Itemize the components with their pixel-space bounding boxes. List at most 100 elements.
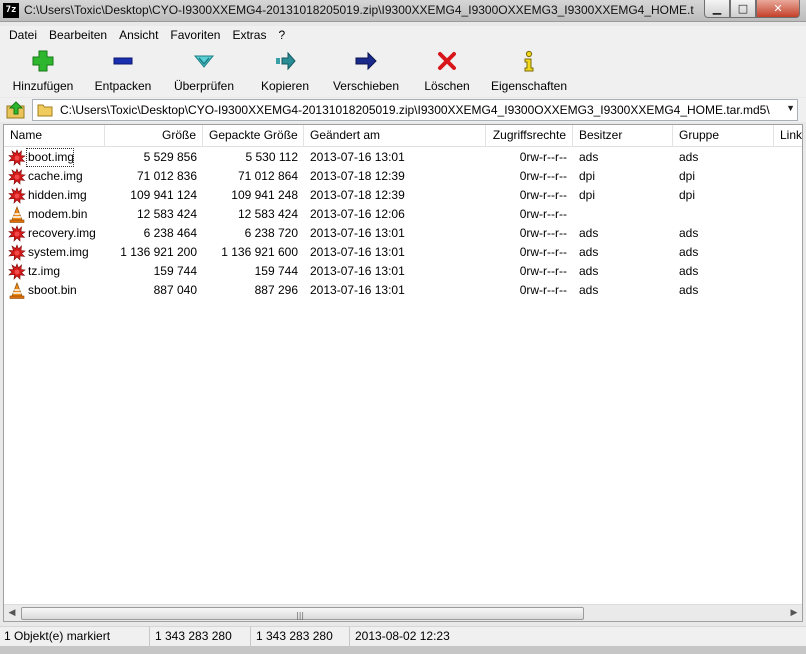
menu-favoriten[interactable]: Favoriten xyxy=(164,26,226,45)
col-group[interactable]: Gruppe xyxy=(673,125,774,146)
table-row[interactable]: sboot.bin 887 040 887 296 2013-07-16 13:01 0… xyxy=(4,281,802,300)
col-link[interactable]: Link xyxy=(774,125,802,146)
cell-attributes: 0rw-r--r-- xyxy=(519,169,567,183)
cell-name[interactable]: recovery.img xyxy=(4,224,105,243)
cell-modified: 2013-07-16 13:01 xyxy=(310,226,405,240)
table-row[interactable]: tz.img 159 744 159 744 2013-07-16 13:01 0rw-… xyxy=(4,262,802,281)
cell-size: 887 040 xyxy=(153,283,197,297)
file-name: sboot.bin xyxy=(28,283,77,297)
title-bar: 7z C:\Users\Toxic\Desktop\CYO-I9300XXEMG… xyxy=(0,0,806,22)
status-selection: 1 Objekt(e) markiert xyxy=(0,627,150,646)
horizontal-scrollbar[interactable]: ◀ ||| ▶ xyxy=(4,604,802,621)
cell-attributes: 0rw-r--r-- xyxy=(519,283,567,297)
table-row[interactable]: hidden.img 109 941 124 109 941 248 2013-07-… xyxy=(4,186,802,205)
col-owner[interactable]: Besitzer xyxy=(573,125,673,146)
extract-button[interactable]: Entpacken xyxy=(88,49,158,94)
cell-modified: 2013-07-16 12:06 xyxy=(310,207,405,221)
cell-modified: 2013-07-16 13:01 xyxy=(310,150,405,164)
table-row[interactable]: system.img 1 136 921 200 1 136 921 600 2013… xyxy=(4,243,802,262)
cell-name[interactable]: modem.bin xyxy=(4,205,105,224)
cell-owner: dpi xyxy=(579,188,596,202)
table-row[interactable]: cache.img 71 012 836 71 012 864 2013-07-18 … xyxy=(4,167,802,186)
extract-label: Entpacken xyxy=(94,79,152,93)
col-modified[interactable]: Geändert am xyxy=(304,125,486,146)
status-date: 2013-08-02 12:23 xyxy=(355,629,450,643)
cell-group xyxy=(673,205,774,224)
splat-icon xyxy=(8,187,26,204)
column-header: Name Größe Gepackte Größe Geändert am Zu… xyxy=(4,125,802,147)
properties-button[interactable]: Eigenschaften xyxy=(488,49,570,94)
menu-bearbeiten[interactable]: Bearbeiten xyxy=(43,26,113,45)
cell-size: 71 012 836 xyxy=(136,169,197,183)
path-dropdown-arrow[interactable]: ▼ xyxy=(786,103,795,113)
app-logo-icon[interactable]: 7z xyxy=(3,3,19,18)
col-packed[interactable]: Gepackte Größe xyxy=(203,125,304,146)
scroll-left-button[interactable]: ◀ xyxy=(4,606,20,621)
move-button[interactable]: Verschieben xyxy=(328,49,404,94)
file-name: modem.bin xyxy=(28,207,88,221)
minimize-button[interactable]: ▁ xyxy=(704,0,730,18)
menu-bar: Datei Bearbeiten Ansicht Favoriten Extra… xyxy=(0,26,806,45)
cell-packed: 109 941 248 xyxy=(231,188,298,202)
splat-icon xyxy=(8,225,26,242)
cell-size: 1 136 921 200 xyxy=(120,245,197,259)
cell-packed: 1 136 921 600 xyxy=(221,245,298,259)
menu-ansicht[interactable]: Ansicht xyxy=(113,26,164,45)
cell-packed: 71 012 864 xyxy=(237,169,298,183)
col-attributes[interactable]: Zugriffsrechte xyxy=(486,125,573,146)
scroll-right-button[interactable]: ▶ xyxy=(786,606,802,621)
move-arrow-icon xyxy=(355,51,377,71)
table-row[interactable]: recovery.img 6 238 464 6 238 720 2013-07-16… xyxy=(4,224,802,243)
cell-attributes: 0rw-r--r-- xyxy=(519,207,567,221)
path-combobox[interactable]: C:\Users\Toxic\Desktop\CYO-I9300XXEMG4-2… xyxy=(32,99,798,121)
up-folder-icon[interactable] xyxy=(6,101,26,119)
file-name: hidden.img xyxy=(28,188,87,202)
cell-group: dpi xyxy=(679,188,696,202)
cell-name[interactable]: cache.img xyxy=(4,167,105,186)
scroll-grip: ||| xyxy=(296,611,305,620)
window-bottom-edge xyxy=(0,646,806,654)
col-name[interactable]: Name xyxy=(4,125,105,146)
cell-group: ads xyxy=(679,150,699,164)
col-size[interactable]: Größe xyxy=(105,125,203,146)
cone-icon xyxy=(9,282,25,299)
copy-button[interactable]: Kopieren xyxy=(252,49,318,94)
cell-attributes: 0rw-r--r-- xyxy=(519,226,567,240)
cell-name[interactable]: sboot.bin xyxy=(4,281,105,300)
window-title: C:\Users\Toxic\Desktop\CYO-I9300XXEMG4-2… xyxy=(24,3,694,17)
maximize-button[interactable]: □ xyxy=(730,0,756,18)
cell-name[interactable]: hidden.img xyxy=(4,186,105,205)
cell-modified: 2013-07-18 12:39 xyxy=(310,188,405,202)
delete-button[interactable]: Löschen xyxy=(418,49,476,94)
cell-modified: 2013-07-16 13:01 xyxy=(310,245,405,259)
cell-owner xyxy=(573,205,673,224)
cell-owner: ads xyxy=(579,264,599,278)
test-button[interactable]: Überprüfen xyxy=(168,49,240,94)
status-size: 1 343 283 280 xyxy=(151,627,251,646)
cell-group: dpi xyxy=(679,169,696,183)
menu-extras[interactable]: Extras xyxy=(226,26,272,45)
test-label: Überprüfen xyxy=(173,79,235,93)
cell-name[interactable]: tz.img xyxy=(4,262,105,281)
delete-label: Löschen xyxy=(424,79,470,93)
menu-help[interactable]: ? xyxy=(272,26,291,45)
table-row[interactable]: boot.img 5 529 856 5 530 112 2013-07-16 13:… xyxy=(4,148,802,167)
cell-name[interactable]: boot.img xyxy=(4,148,105,167)
status-packed: 1 343 283 280 xyxy=(252,627,350,646)
add-label: Hinzufügen xyxy=(12,79,74,93)
table-row[interactable]: modem.bin 12 583 424 12 583 424 2013-07-16 … xyxy=(4,205,802,224)
splat-icon xyxy=(8,149,26,166)
cell-size: 12 583 424 xyxy=(136,207,197,221)
cell-packed: 6 238 720 xyxy=(244,226,298,240)
cell-packed: 159 744 xyxy=(254,264,298,278)
address-bar: C:\Users\Toxic\Desktop\CYO-I9300XXEMG4-2… xyxy=(0,98,806,122)
file-list[interactable]: Name Größe Gepackte Größe Geändert am Zu… xyxy=(3,124,803,622)
cell-group: ads xyxy=(679,264,699,278)
menu-datei[interactable]: Datei xyxy=(3,26,43,45)
copy-arrow-icon xyxy=(276,51,296,71)
close-button[interactable]: ✕ xyxy=(756,0,800,18)
scroll-thumb[interactable]: ||| xyxy=(21,607,584,620)
file-name: cache.img xyxy=(28,169,83,183)
add-button[interactable]: Hinzufügen xyxy=(8,49,78,94)
cell-name[interactable]: system.img xyxy=(4,243,105,262)
